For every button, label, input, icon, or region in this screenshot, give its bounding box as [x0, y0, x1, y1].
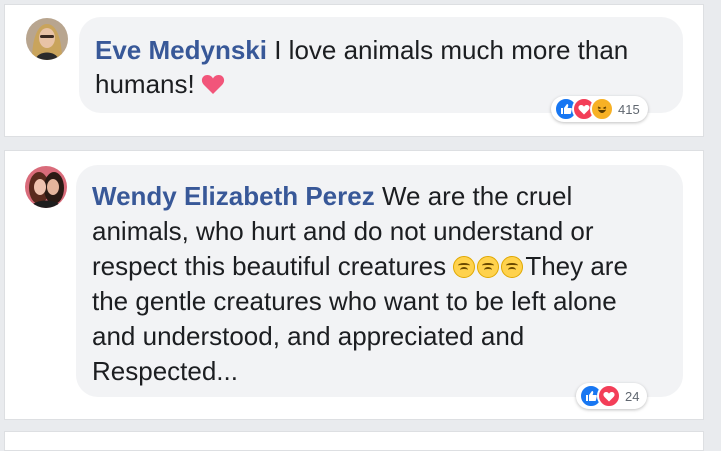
- comment-bubble: Wendy Elizabeth Perez We are the cruel a…: [76, 165, 683, 397]
- love-icon: [597, 384, 621, 408]
- comment-card: Eve Medynski I love animals much more th…: [4, 4, 704, 137]
- reactions-summary[interactable]: 24: [576, 383, 648, 409]
- avatar[interactable]: [25, 166, 67, 208]
- reaction-count: 415: [618, 101, 640, 117]
- sad-face-icon: [501, 256, 524, 278]
- reactions-summary[interactable]: 415: [551, 96, 648, 122]
- comment-text: Eve Medynski I love animals much more th…: [95, 33, 667, 103]
- avatar[interactable]: [26, 18, 68, 60]
- avatar-photo: [26, 18, 68, 60]
- comment-author[interactable]: Eve Medynski: [95, 35, 267, 65]
- comment-card: Wendy Elizabeth Perez We are the cruel a…: [4, 150, 704, 420]
- comment-text: Wendy Elizabeth Perez We are the cruel a…: [92, 179, 667, 389]
- tired-face-icon: [453, 256, 476, 278]
- sleepy-face-icon: [477, 256, 500, 278]
- comment-card: [4, 431, 704, 451]
- avatar-photo: [25, 166, 67, 208]
- reaction-count: 24: [625, 388, 640, 404]
- haha-icon: [590, 97, 614, 121]
- heart-icon: [201, 69, 225, 103]
- comment-author[interactable]: Wendy Elizabeth Perez: [92, 181, 375, 211]
